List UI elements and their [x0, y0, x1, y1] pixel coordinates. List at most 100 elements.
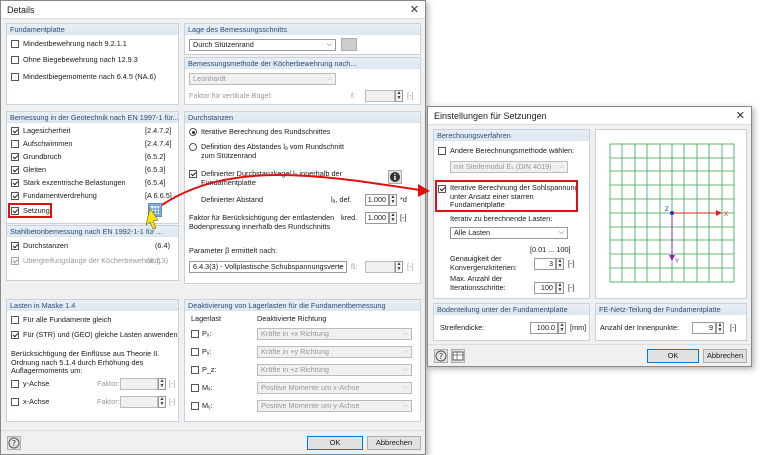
help-button[interactable]: ? — [7, 436, 21, 450]
select-px[interactable]: Kräfte in +x Richtung ⌵ — [257, 328, 412, 340]
ok-button[interactable]: OK — [647, 349, 699, 363]
spinner-kred[interactable]: ▲ ▼ — [389, 212, 397, 224]
group-title: Berechnungsverfahren — [434, 130, 589, 141]
title-bar: Einstellungen für Setzungen ✕ — [428, 107, 751, 125]
radio-iterativ[interactable] — [189, 128, 197, 136]
checkbox-verdrehung[interactable] — [11, 192, 19, 200]
checkbox-my[interactable] — [191, 402, 199, 410]
group-title: FE-Netz-Teilung der Fundamentplatte — [596, 304, 746, 315]
sym-kred: kred. — [341, 213, 358, 222]
button-bar: ? OK Abbrechen — [428, 344, 751, 366]
input-genauigkeit[interactable]: 3 — [534, 258, 556, 270]
group-title: Bodenteilung unter der Fundamentplatte — [434, 304, 589, 315]
chevron-down-icon: ⌵ — [402, 330, 408, 337]
checkbox-aufschwimmen[interactable] — [11, 140, 19, 148]
checkbox-durchstanzkegel[interactable] — [189, 170, 197, 178]
select-methode[interactable]: Leonhardt ⌵ — [189, 73, 336, 85]
spinner-faktor-buegel[interactable]: ▲ ▼ — [395, 90, 403, 102]
checkbox-grundbruch[interactable] — [11, 153, 19, 161]
checkbox[interactable] — [11, 73, 19, 81]
input-kred[interactable]: 1.000 — [365, 212, 389, 224]
cancel-button[interactable]: Abbrechen — [367, 436, 421, 450]
close-icon[interactable]: ✕ — [736, 109, 745, 122]
checkbox-andere-methode[interactable] — [438, 147, 446, 155]
checkbox-exzentrisch[interactable] — [11, 179, 19, 187]
select-lage[interactable]: Durch Stützenrand ⌵ — [189, 39, 336, 51]
spinner-innenpunkte[interactable]: ▲ ▼ — [716, 322, 724, 334]
label-gleiten: Gleiten — [23, 165, 47, 174]
checkbox-py[interactable] — [191, 348, 199, 356]
unit-faktor-buegel: [-] — [407, 91, 414, 100]
ref-exzentrisch: [6.5.4] — [145, 178, 166, 187]
select-pz[interactable]: Kräfte in +z Richtung ⌵ — [257, 364, 412, 376]
input-faktor-x[interactable] — [120, 396, 158, 408]
label-str-geo: Für (STR) und (GEO) gleiche Lasten anwen… — [23, 330, 178, 339]
lage-info-button[interactable] — [341, 38, 357, 51]
label-durchstanzkegel: Definierter Durchstanzkegel lₐ innerhalb… — [201, 169, 343, 187]
select-py[interactable]: Kräfte in +y Richtung ⌵ — [257, 346, 412, 358]
checkbox[interactable] — [11, 40, 19, 48]
ok-button[interactable]: OK — [307, 436, 363, 450]
input-innenpunkte[interactable]: 9 — [692, 322, 716, 334]
defaults-button[interactable] — [451, 349, 465, 363]
checkbox-str-geo[interactable] — [11, 331, 19, 339]
checkbox-x-achse[interactable] — [11, 398, 19, 406]
select-methode[interactable]: mit Steifemodul Eₛ (DIN 4019) ⌵ — [450, 161, 568, 173]
input-beta[interactable] — [365, 261, 395, 273]
label-y-achse: y-Achse — [23, 379, 50, 388]
label-mx: Mₓ: — [202, 383, 213, 392]
spinner-faktor-x[interactable]: ▲ ▼ — [158, 396, 166, 408]
checkbox-gleiten[interactable] — [11, 166, 19, 174]
ref-grundbruch: [6.5.2] — [145, 152, 166, 161]
label-radio-iterativ: Iterative Berechnung des Rundschnittes — [201, 127, 331, 136]
setzungen-dialog: Einstellungen für Setzungen ✕ Berechnung… — [427, 106, 752, 367]
select-parameter[interactable]: 6.4.3(3) - Vollplastische Schubspannungs… — [189, 261, 347, 273]
select-my[interactable]: Positive Momente um y-Achse ⌵ — [257, 400, 412, 412]
input-faktor-y[interactable] — [120, 378, 158, 390]
select-mx[interactable]: Positive Momente um x-Achse ⌵ — [257, 382, 412, 394]
chevron-down-icon: ⌵ — [402, 348, 408, 355]
label-faktor-x: Faktor: — [97, 397, 120, 406]
ref-durchstanzen: (6.4) — [155, 241, 171, 250]
select-lasten[interactable]: Alle Lasten ⌵ — [450, 227, 568, 239]
spinner-genauigkeit[interactable]: ▲ ▼ — [556, 258, 564, 270]
input-abstand[interactable]: 1.000 — [365, 194, 389, 206]
spinner-beta[interactable]: ▲ ▼ — [395, 261, 403, 273]
label-lagesicherheit: Lagesicherheit — [23, 126, 71, 135]
spinner-max-iter[interactable]: ▲ ▼ — [556, 282, 564, 294]
input-streifendicke[interactable]: 100.0 — [530, 322, 558, 334]
help-icon: ? — [435, 350, 447, 362]
label-exzentrisch: Stark exzentrische Belastungen — [23, 178, 126, 187]
group-durchstanzen: Durchstanzen Iterative Berechnung des Ru… — [184, 111, 421, 284]
highlight-iterativ — [435, 180, 578, 212]
select-value: Durch Stützenrand — [193, 40, 254, 49]
ref-aufschwimmen: [2.4.7.4] — [145, 139, 172, 148]
label-max-iter: Max. Anzahl der Iterationsschritte: — [450, 274, 506, 292]
setzung-settings-button[interactable] — [148, 203, 162, 217]
radio-definition[interactable] — [189, 143, 197, 151]
label-pz: P_z: — [202, 365, 217, 374]
checkbox-uebergreifung[interactable] — [11, 257, 19, 265]
checkbox-label: Mindestbiegemomente nach 6.4.5 (NA.6) — [23, 72, 157, 81]
checkbox-lagesicherheit[interactable] — [11, 127, 19, 135]
close-icon[interactable]: ✕ — [410, 3, 419, 16]
help-button[interactable]: ? — [434, 349, 448, 363]
info-button[interactable] — [388, 170, 402, 184]
spinner-streifendicke[interactable]: ▲ ▼ — [558, 322, 566, 334]
spinner-faktor-y[interactable]: ▲ ▼ — [158, 378, 166, 390]
label-radio-definition: Definition des Abstandes lₐ vom Rundschn… — [201, 142, 345, 160]
label-faktor-buegel: Faktor für vertikale Bügel: — [189, 91, 273, 100]
checkbox-mx[interactable] — [191, 384, 199, 392]
input-faktor-buegel[interactable] — [365, 90, 395, 102]
cancel-button[interactable]: Abbrechen — [703, 349, 747, 363]
spinner-abstand[interactable]: ▲ ▼ — [389, 194, 397, 206]
highlight-setzung — [8, 203, 52, 218]
checkbox-px[interactable] — [191, 330, 199, 338]
checkbox-alle-fundamente[interactable] — [11, 316, 19, 324]
input-max-iter[interactable]: 100 — [534, 282, 556, 294]
checkbox-y-achse[interactable] — [11, 380, 19, 388]
checkbox-pz[interactable] — [191, 366, 199, 374]
group-title: Bemessungsmethode der Köcherbewehrung na… — [185, 58, 420, 69]
checkbox-durchstanzen[interactable] — [11, 242, 19, 250]
checkbox[interactable] — [11, 56, 19, 64]
